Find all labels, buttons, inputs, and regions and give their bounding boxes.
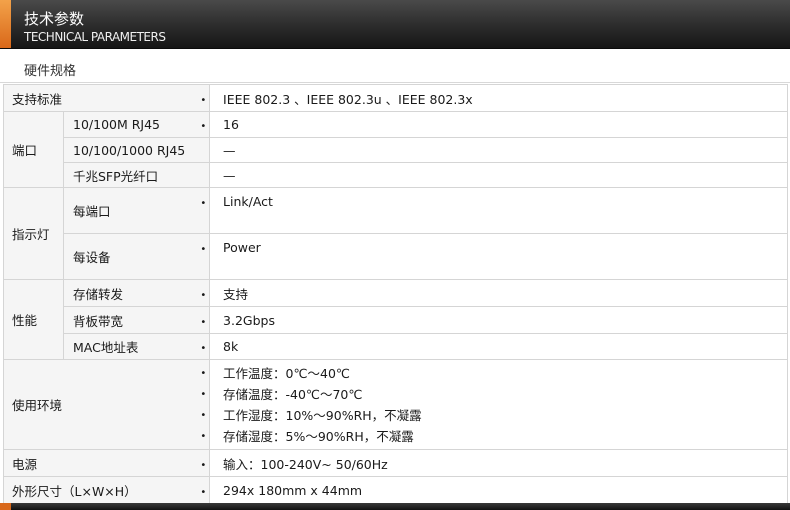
section-divider [0, 82, 790, 83]
env-storage-humidity: 存储湿度：5%～90%RH，不凝露 [223, 428, 414, 444]
bullet: • [197, 476, 211, 504]
bullet-list: • • • • [197, 359, 211, 450]
section-title: 硬件规格 [24, 64, 77, 79]
header-banner: 技术参数 TECHNICAL PARAMETERS [0, 0, 790, 49]
row-group-label-performance: 性能 [3, 279, 64, 360]
row-value-port-sfp: — [209, 162, 789, 188]
bullet: • [197, 279, 211, 307]
header-accent-stripe [0, 0, 11, 48]
row-value-indicator-device: Power [209, 233, 789, 280]
spec-table: 支持标准 • IEEE 802.3 、IEEE 802.3u 、IEEE 802… [2, 84, 789, 504]
table-row: 背板带宽 • 3.2Gbps [4, 306, 789, 334]
table-row: 10/100/1000 RJ45 — [4, 137, 789, 163]
row-value-environment: 工作温度：0℃～40℃ 存储温度：-40℃～70℃ 工作湿度：10%～90%RH… [209, 359, 789, 450]
row-value-backplane: 3.2Gbps [209, 306, 789, 334]
row-label-mac-table: MAC地址表 [62, 333, 198, 360]
row-label-forwarding: 存储转发 [62, 279, 198, 307]
row-group-label-indicator: 指示灯 [3, 187, 64, 280]
env-operating-temp: 工作温度：0℃～40℃ [223, 365, 350, 381]
table-row: 千兆SFP光纤口 — [4, 162, 789, 188]
bullet-empty [197, 162, 211, 188]
row-value-standard: IEEE 802.3 、IEEE 802.3u 、IEEE 802.3x [209, 84, 789, 112]
row-value-mac-table: 8k [209, 333, 789, 360]
table-row: 每设备 • Power [4, 233, 789, 280]
bullet-empty [197, 137, 211, 163]
table-row: 性能 存储转发 • 支持 [3, 279, 789, 360]
table-row: 支持标准 • IEEE 802.3 、IEEE 802.3u 、IEEE 802… [2, 84, 789, 112]
bullet: • [197, 333, 211, 360]
table-row: 端口 10/100M RJ45 • 16 [3, 111, 789, 188]
header-title-en: TECHNICAL PARAMETERS [24, 30, 166, 44]
row-label-standard: 支持标准 [2, 84, 198, 112]
row-label-dimensions: 外形尺寸（L×W×H） [2, 476, 198, 504]
row-group-label-ports: 端口 [3, 111, 64, 188]
header-title-cn: 技术参数 [24, 10, 85, 28]
row-value-power: 输入：100-240V~ 50/60Hz [209, 449, 789, 477]
table-row: 电源 • 输入：100-240V~ 50/60Hz [2, 449, 789, 477]
row-label-indicator-port: 每端口 [62, 187, 198, 234]
row-label-port-100m: 10/100M RJ45 [62, 111, 198, 138]
bullet: • [197, 449, 211, 477]
table-row: MAC地址表 • 8k [4, 333, 789, 360]
row-label-indicator-device: 每设备 [62, 233, 198, 280]
table-row: 使用环境 • • • • 工作温度：0℃～40℃ 存储温度：-40℃～70℃ 工作湿度… [2, 359, 789, 450]
bullet: • [197, 84, 211, 112]
table-row: 外形尺寸（L×W×H） • 294x 180mm x 44mm [2, 476, 789, 504]
bullet: • [197, 306, 211, 334]
table-row: 指示灯 每端口 • Link/Act [3, 187, 789, 280]
row-label-backplane: 背板带宽 [62, 306, 198, 334]
env-storage-temp: 存储温度：-40℃～70℃ [223, 386, 363, 402]
row-value-port-100m: 16 [209, 111, 789, 138]
row-label-environment: 使用环境 [2, 359, 198, 450]
row-value-port-1000m: — [209, 137, 789, 163]
bullet: • [197, 111, 211, 138]
row-value-forwarding: 支持 [209, 279, 789, 307]
row-label-port-sfp: 千兆SFP光纤口 [62, 162, 198, 188]
footer-accent [0, 503, 11, 510]
footer-band [0, 503, 790, 510]
row-value-indicator-port: Link/Act [209, 187, 789, 234]
row-label-port-1000m: 10/100/1000 RJ45 [62, 137, 198, 163]
bullet: • [197, 233, 211, 280]
bullet: • [197, 187, 211, 234]
env-operating-humidity: 工作湿度：10%～90%RH，不凝露 [223, 407, 422, 423]
row-value-dimensions: 294x 180mm x 44mm [209, 476, 789, 504]
row-label-power: 电源 [2, 449, 198, 477]
